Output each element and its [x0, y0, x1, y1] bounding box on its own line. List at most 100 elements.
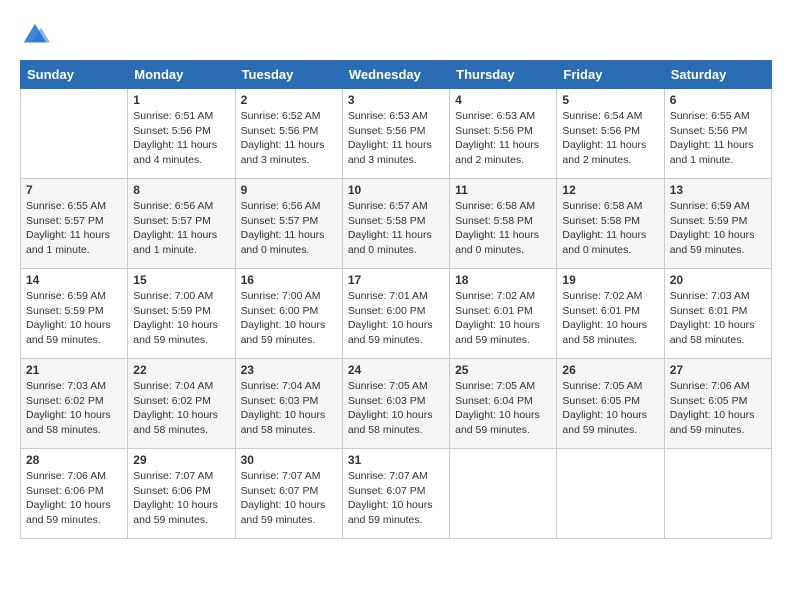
calendar-cell: 4 Sunrise: 6:53 AM Sunset: 5:56 PM Daylig… — [450, 89, 557, 179]
day-number: 23 — [241, 363, 337, 377]
calendar-cell: 31Sunrise: 7:07 AM Sunset: 6:07 PM Dayli… — [342, 449, 449, 539]
day-number: 10 — [348, 183, 444, 197]
calendar-cell: 12 Sunrise: 6:58 AM Sunset: 5:58 PM Dayli… — [557, 179, 664, 269]
day-number: 7 — [26, 183, 122, 197]
logo — [20, 20, 54, 50]
day-number: 26 — [562, 363, 658, 377]
day-info: Sunrise: 6:53 AM Sunset: 5:56 PM Dayligh… — [348, 109, 444, 168]
day-number: 27 — [670, 363, 766, 377]
day-info: Sunrise: 6:56 AM Sunset: 5:57 PM Dayligh… — [133, 199, 229, 258]
day-info: Sunrise: 6:53 AM Sunset: 5:56 PM Dayligh… — [455, 109, 551, 168]
weekday-sunday: Sunday — [21, 61, 128, 89]
day-info: Sunrise: 6:56 AM Sunset: 5:57 PM Dayligh… — [241, 199, 337, 258]
calendar-cell: 5Sunrise: 6:54 AM Sunset: 5:56 PM Daylig… — [557, 89, 664, 179]
calendar-cell: 19 Sunrise: 7:02 AM Sunset: 6:01 PM Dayli… — [557, 269, 664, 359]
calendar-cell: 8 Sunrise: 6:56 AM Sunset: 5:57 PM Daylig… — [128, 179, 235, 269]
calendar-cell: 1 Sunrise: 6:51 AM Sunset: 5:56 PM Daylig… — [128, 89, 235, 179]
weekday-monday: Monday — [128, 61, 235, 89]
calendar-week-3: 14 Sunrise: 6:59 AM Sunset: 5:59 PM Dayli… — [21, 269, 772, 359]
day-number: 20 — [670, 273, 766, 287]
calendar-cell — [450, 449, 557, 539]
day-info: Sunrise: 6:52 AM Sunset: 5:56 PM Dayligh… — [241, 109, 337, 168]
calendar-cell — [21, 89, 128, 179]
calendar-cell: 3 Sunrise: 6:53 AM Sunset: 5:56 PM Daylig… — [342, 89, 449, 179]
calendar-cell: 30 Sunrise: 7:07 AM Sunset: 6:07 PM Dayli… — [235, 449, 342, 539]
day-number: 5 — [562, 93, 658, 107]
calendar-cell: 26 Sunrise: 7:05 AM Sunset: 6:05 PM Dayli… — [557, 359, 664, 449]
day-info: Sunrise: 7:07 AM Sunset: 6:07 PM Dayligh… — [241, 469, 337, 528]
day-number: 31 — [348, 453, 444, 467]
day-info: Sunrise: 7:02 AM Sunset: 6:01 PM Dayligh… — [562, 289, 658, 348]
weekday-tuesday: Tuesday — [235, 61, 342, 89]
calendar-cell: 22 Sunrise: 7:04 AM Sunset: 6:02 PM Dayli… — [128, 359, 235, 449]
calendar-cell: 27 Sunrise: 7:06 AM Sunset: 6:05 PM Dayli… — [664, 359, 771, 449]
day-number: 1 — [133, 93, 229, 107]
day-number: 6 — [670, 93, 766, 107]
calendar-cell: 24 Sunrise: 7:05 AM Sunset: 6:03 PM Dayli… — [342, 359, 449, 449]
calendar-cell: 15Sunrise: 7:00 AM Sunset: 5:59 PM Dayli… — [128, 269, 235, 359]
day-number: 29 — [133, 453, 229, 467]
calendar-body: 1 Sunrise: 6:51 AM Sunset: 5:56 PM Daylig… — [21, 89, 772, 539]
calendar-cell: 10 Sunrise: 6:57 AM Sunset: 5:58 PM Dayli… — [342, 179, 449, 269]
calendar-header: SundayMondayTuesdayWednesdayThursdayFrid… — [21, 61, 772, 89]
day-info: Sunrise: 7:05 AM Sunset: 6:03 PM Dayligh… — [348, 379, 444, 438]
day-number: 25 — [455, 363, 551, 377]
day-info: Sunrise: 7:04 AM Sunset: 6:02 PM Dayligh… — [133, 379, 229, 438]
weekday-header-row: SundayMondayTuesdayWednesdayThursdayFrid… — [21, 61, 772, 89]
calendar-cell: 6Sunrise: 6:55 AM Sunset: 5:56 PM Daylig… — [664, 89, 771, 179]
day-info: Sunrise: 7:06 AM Sunset: 6:05 PM Dayligh… — [670, 379, 766, 438]
calendar-cell: 17 Sunrise: 7:01 AM Sunset: 6:00 PM Dayli… — [342, 269, 449, 359]
day-number: 21 — [26, 363, 122, 377]
day-info: Sunrise: 7:03 AM Sunset: 6:02 PM Dayligh… — [26, 379, 122, 438]
day-info: Sunrise: 7:07 AM Sunset: 6:06 PM Dayligh… — [133, 469, 229, 528]
calendar-cell: 29 Sunrise: 7:07 AM Sunset: 6:06 PM Dayli… — [128, 449, 235, 539]
calendar-cell: 13 Sunrise: 6:59 AM Sunset: 5:59 PM Dayli… — [664, 179, 771, 269]
calendar-cell: 28 Sunrise: 7:06 AM Sunset: 6:06 PM Dayli… — [21, 449, 128, 539]
day-info: Sunrise: 6:57 AM Sunset: 5:58 PM Dayligh… — [348, 199, 444, 258]
calendar-cell — [664, 449, 771, 539]
day-info: Sunrise: 7:01 AM Sunset: 6:00 PM Dayligh… — [348, 289, 444, 348]
day-info: Sunrise: 7:05 AM Sunset: 6:05 PM Dayligh… — [562, 379, 658, 438]
weekday-wednesday: Wednesday — [342, 61, 449, 89]
calendar-cell — [557, 449, 664, 539]
day-info: Sunrise: 6:59 AM Sunset: 5:59 PM Dayligh… — [26, 289, 122, 348]
day-number: 17 — [348, 273, 444, 287]
day-info: Sunrise: 7:00 AM Sunset: 5:59 PM Dayligh… — [133, 289, 229, 348]
day-number: 30 — [241, 453, 337, 467]
day-number: 9 — [241, 183, 337, 197]
calendar-cell: 9 Sunrise: 6:56 AM Sunset: 5:57 PM Daylig… — [235, 179, 342, 269]
day-number: 8 — [133, 183, 229, 197]
day-number: 12 — [562, 183, 658, 197]
day-info: Sunrise: 7:06 AM Sunset: 6:06 PM Dayligh… — [26, 469, 122, 528]
calendar-cell: 16Sunrise: 7:00 AM Sunset: 6:00 PM Dayli… — [235, 269, 342, 359]
calendar-cell: 11 Sunrise: 6:58 AM Sunset: 5:58 PM Dayli… — [450, 179, 557, 269]
day-number: 4 — [455, 93, 551, 107]
calendar-cell: 21 Sunrise: 7:03 AM Sunset: 6:02 PM Dayli… — [21, 359, 128, 449]
calendar-cell: 14 Sunrise: 6:59 AM Sunset: 5:59 PM Dayli… — [21, 269, 128, 359]
day-number: 11 — [455, 183, 551, 197]
day-number: 13 — [670, 183, 766, 197]
day-number: 28 — [26, 453, 122, 467]
calendar-week-4: 21 Sunrise: 7:03 AM Sunset: 6:02 PM Dayli… — [21, 359, 772, 449]
day-info: Sunrise: 6:51 AM Sunset: 5:56 PM Dayligh… — [133, 109, 229, 168]
calendar-table: SundayMondayTuesdayWednesdayThursdayFrid… — [20, 60, 772, 539]
day-info: Sunrise: 7:02 AM Sunset: 6:01 PM Dayligh… — [455, 289, 551, 348]
calendar-cell: 20Sunrise: 7:03 AM Sunset: 6:01 PM Dayli… — [664, 269, 771, 359]
calendar-cell: 25 Sunrise: 7:05 AM Sunset: 6:04 PM Dayli… — [450, 359, 557, 449]
calendar-cell: 7Sunrise: 6:55 AM Sunset: 5:57 PM Daylig… — [21, 179, 128, 269]
weekday-saturday: Saturday — [664, 61, 771, 89]
day-info: Sunrise: 6:58 AM Sunset: 5:58 PM Dayligh… — [455, 199, 551, 258]
day-info: Sunrise: 7:05 AM Sunset: 6:04 PM Dayligh… — [455, 379, 551, 438]
day-number: 19 — [562, 273, 658, 287]
day-info: Sunrise: 6:58 AM Sunset: 5:58 PM Dayligh… — [562, 199, 658, 258]
day-number: 22 — [133, 363, 229, 377]
day-info: Sunrise: 7:04 AM Sunset: 6:03 PM Dayligh… — [241, 379, 337, 438]
day-info: Sunrise: 7:00 AM Sunset: 6:00 PM Dayligh… — [241, 289, 337, 348]
day-number: 3 — [348, 93, 444, 107]
day-number: 18 — [455, 273, 551, 287]
day-info: Sunrise: 6:59 AM Sunset: 5:59 PM Dayligh… — [670, 199, 766, 258]
weekday-friday: Friday — [557, 61, 664, 89]
day-number: 24 — [348, 363, 444, 377]
day-number: 14 — [26, 273, 122, 287]
calendar-cell: 2Sunrise: 6:52 AM Sunset: 5:56 PM Daylig… — [235, 89, 342, 179]
